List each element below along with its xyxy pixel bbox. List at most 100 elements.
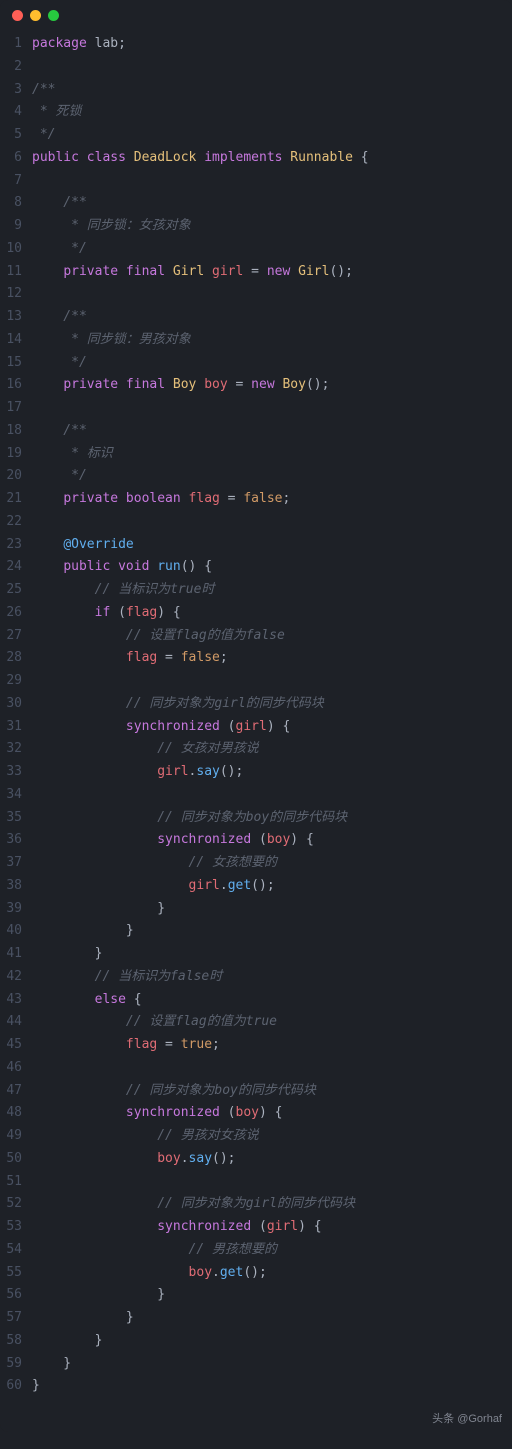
code-line[interactable]: 31 synchronized (girl) { bbox=[0, 716, 512, 739]
code-line[interactable]: 40 } bbox=[0, 920, 512, 943]
code-content[interactable]: synchronized (boy) { bbox=[32, 1102, 512, 1125]
code-line[interactable]: 18 /** bbox=[0, 420, 512, 443]
code-line[interactable]: 35 // 同步对象为boy的同步代码块 bbox=[0, 807, 512, 830]
code-line[interactable]: 13 /** bbox=[0, 306, 512, 329]
code-line[interactable]: 44 // 设置flag的值为true bbox=[0, 1011, 512, 1034]
code-content[interactable]: // 女孩对男孩说 bbox=[32, 738, 512, 761]
code-line[interactable]: 49 // 男孩对女孩说 bbox=[0, 1125, 512, 1148]
code-content[interactable] bbox=[32, 1171, 512, 1194]
code-line[interactable]: 30 // 同步对象为girl的同步代码块 bbox=[0, 693, 512, 716]
code-line[interactable]: 3/** bbox=[0, 79, 512, 102]
code-line[interactable]: 27 // 设置flag的值为false bbox=[0, 625, 512, 648]
code-line[interactable]: 29 bbox=[0, 670, 512, 693]
close-icon[interactable] bbox=[12, 10, 23, 21]
code-content[interactable]: } bbox=[32, 1353, 512, 1376]
code-line[interactable]: 6public class DeadLock implements Runnab… bbox=[0, 147, 512, 170]
code-content[interactable]: private boolean flag = false; bbox=[32, 488, 512, 511]
code-content[interactable]: } bbox=[32, 1375, 512, 1398]
code-content[interactable] bbox=[32, 397, 512, 420]
code-content[interactable]: // 设置flag的值为false bbox=[32, 625, 512, 648]
code-content[interactable]: // 同步对象为boy的同步代码块 bbox=[32, 807, 512, 830]
code-line[interactable]: 53 synchronized (girl) { bbox=[0, 1216, 512, 1239]
code-content[interactable]: } bbox=[32, 898, 512, 921]
code-content[interactable]: /** bbox=[32, 192, 512, 215]
maximize-icon[interactable] bbox=[48, 10, 59, 21]
code-content[interactable]: // 当标识为true时 bbox=[32, 579, 512, 602]
code-content[interactable]: // 同步对象为girl的同步代码块 bbox=[32, 693, 512, 716]
code-content[interactable]: // 同步对象为boy的同步代码块 bbox=[32, 1080, 512, 1103]
code-line[interactable]: 32 // 女孩对男孩说 bbox=[0, 738, 512, 761]
code-line[interactable]: 45 flag = true; bbox=[0, 1034, 512, 1057]
code-line[interactable]: 22 bbox=[0, 511, 512, 534]
code-content[interactable]: // 男孩对女孩说 bbox=[32, 1125, 512, 1148]
code-content[interactable]: } bbox=[32, 943, 512, 966]
code-line[interactable]: 28 flag = false; bbox=[0, 647, 512, 670]
code-line[interactable]: 19 * 标识 bbox=[0, 443, 512, 466]
code-content[interactable] bbox=[32, 283, 512, 306]
code-line[interactable]: 14 * 同步锁：男孩对象 bbox=[0, 329, 512, 352]
code-content[interactable]: */ bbox=[32, 352, 512, 375]
code-content[interactable]: } bbox=[32, 1307, 512, 1330]
code-line[interactable]: 25 // 当标识为true时 bbox=[0, 579, 512, 602]
code-line[interactable]: 2 bbox=[0, 56, 512, 79]
code-content[interactable]: public void run() { bbox=[32, 556, 512, 579]
code-line[interactable]: 34 bbox=[0, 784, 512, 807]
code-content[interactable]: // 同步对象为girl的同步代码块 bbox=[32, 1193, 512, 1216]
code-line[interactable]: 43 else { bbox=[0, 989, 512, 1012]
code-content[interactable]: flag = true; bbox=[32, 1034, 512, 1057]
code-line[interactable]: 10 */ bbox=[0, 238, 512, 261]
code-content[interactable]: // 女孩想要的 bbox=[32, 852, 512, 875]
code-content[interactable]: /** bbox=[32, 306, 512, 329]
code-content[interactable]: synchronized (girl) { bbox=[32, 1216, 512, 1239]
code-content[interactable] bbox=[32, 784, 512, 807]
code-content[interactable]: */ bbox=[32, 238, 512, 261]
code-content[interactable]: */ bbox=[32, 465, 512, 488]
code-content[interactable]: * 标识 bbox=[32, 443, 512, 466]
code-content[interactable]: } bbox=[32, 920, 512, 943]
code-line[interactable]: 15 */ bbox=[0, 352, 512, 375]
code-line[interactable]: 20 */ bbox=[0, 465, 512, 488]
code-content[interactable]: // 设置flag的值为true bbox=[32, 1011, 512, 1034]
code-line[interactable]: 52 // 同步对象为girl的同步代码块 bbox=[0, 1193, 512, 1216]
code-line[interactable]: 11 private final Girl girl = new Girl(); bbox=[0, 261, 512, 284]
code-content[interactable]: synchronized (girl) { bbox=[32, 716, 512, 739]
code-content[interactable]: } bbox=[32, 1284, 512, 1307]
code-content[interactable]: girl.say(); bbox=[32, 761, 512, 784]
code-line[interactable]: 9 * 同步锁：女孩对象 bbox=[0, 215, 512, 238]
code-content[interactable]: public class DeadLock implements Runnabl… bbox=[32, 147, 512, 170]
code-line[interactable]: 60} bbox=[0, 1375, 512, 1398]
code-line[interactable]: 58 } bbox=[0, 1330, 512, 1353]
code-line[interactable]: 5 */ bbox=[0, 124, 512, 147]
code-line[interactable]: 4 * 死锁 bbox=[0, 101, 512, 124]
code-line[interactable]: 7 bbox=[0, 170, 512, 193]
code-line[interactable]: 12 bbox=[0, 283, 512, 306]
code-content[interactable] bbox=[32, 1057, 512, 1080]
code-line[interactable]: 51 bbox=[0, 1171, 512, 1194]
code-content[interactable]: * 同步锁：女孩对象 bbox=[32, 215, 512, 238]
code-line[interactable]: 38 girl.get(); bbox=[0, 875, 512, 898]
code-line[interactable]: 42 // 当标识为false时 bbox=[0, 966, 512, 989]
code-line[interactable]: 47 // 同步对象为boy的同步代码块 bbox=[0, 1080, 512, 1103]
code-content[interactable]: flag = false; bbox=[32, 647, 512, 670]
code-content[interactable]: } bbox=[32, 1330, 512, 1353]
code-content[interactable] bbox=[32, 56, 512, 79]
code-content[interactable]: private final Girl girl = new Girl(); bbox=[32, 261, 512, 284]
code-line[interactable]: 1package lab; bbox=[0, 33, 512, 56]
code-line[interactable]: 57 } bbox=[0, 1307, 512, 1330]
code-line[interactable]: 54 // 男孩想要的 bbox=[0, 1239, 512, 1262]
code-content[interactable]: * 同步锁：男孩对象 bbox=[32, 329, 512, 352]
code-content[interactable]: private final Boy boy = new Boy(); bbox=[32, 374, 512, 397]
code-line[interactable]: 50 boy.say(); bbox=[0, 1148, 512, 1171]
code-line[interactable]: 37 // 女孩想要的 bbox=[0, 852, 512, 875]
code-line[interactable]: 23 @Override bbox=[0, 534, 512, 557]
code-content[interactable]: boy.say(); bbox=[32, 1148, 512, 1171]
code-line[interactable]: 21 private boolean flag = false; bbox=[0, 488, 512, 511]
code-line[interactable]: 59 } bbox=[0, 1353, 512, 1376]
code-content[interactable]: /** bbox=[32, 420, 512, 443]
code-content[interactable]: girl.get(); bbox=[32, 875, 512, 898]
code-content[interactable]: // 当标识为false时 bbox=[32, 966, 512, 989]
code-line[interactable]: 8 /** bbox=[0, 192, 512, 215]
code-content[interactable] bbox=[32, 511, 512, 534]
code-line[interactable]: 48 synchronized (boy) { bbox=[0, 1102, 512, 1125]
code-content[interactable]: /** bbox=[32, 79, 512, 102]
